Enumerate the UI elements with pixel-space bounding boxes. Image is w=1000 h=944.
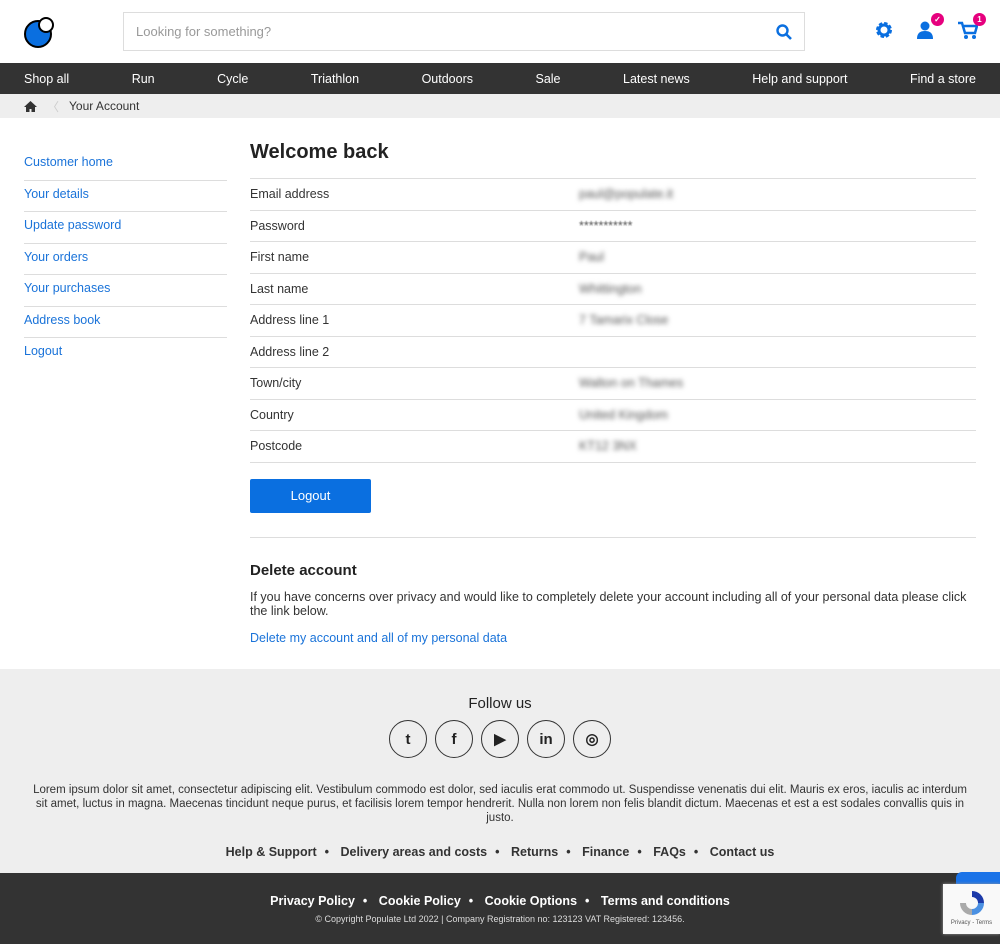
footer-link-help[interactable]: Help & Support [226, 845, 317, 859]
home-icon[interactable] [24, 100, 37, 112]
nav-sale[interactable]: Sale [535, 72, 560, 86]
footer-link-contact[interactable]: Contact us [710, 845, 775, 859]
footer: Follow us t f ▶ in ◎ Lorem ipsum dolor s… [0, 669, 1000, 873]
row-label: Address line 1 [250, 304, 579, 337]
row-label: Postcode [250, 430, 579, 463]
row-value: *********** [579, 218, 633, 233]
row-label: Password [250, 210, 579, 242]
table-row: Address line 2 [250, 336, 976, 368]
account-details-table: Email address paul@populate.it Password **… [250, 178, 976, 463]
nav-find-store[interactable]: Find a store [910, 72, 976, 86]
delete-account-heading: Delete account [250, 561, 357, 579]
table-row: Last name Whittington [250, 273, 976, 305]
nav-cycle[interactable]: Cycle [217, 72, 248, 86]
row-label: Town/city [250, 367, 579, 400]
follow-us-heading: Follow us [468, 695, 532, 712]
row-value: 7 Tamarix Close [579, 313, 669, 328]
logout-button[interactable]: Logout [250, 478, 371, 513]
cart-count-badge: 1 [973, 13, 986, 26]
delete-account-text: If you have concerns over privacy and wo… [250, 589, 967, 618]
row-label: First name [250, 241, 579, 274]
logo[interactable] [24, 16, 56, 48]
recaptcha-links[interactable]: Privacy - Terms [943, 920, 1000, 926]
breadcrumb: 〈 Your Account [0, 94, 1000, 118]
account-sidebar: Customer home Your details Update passwo… [24, 149, 227, 645]
footer-link-returns[interactable]: Returns [511, 845, 558, 859]
nav-triathlon[interactable]: Triathlon [311, 72, 359, 86]
recaptcha-badge[interactable]: Privacy - Terms [943, 884, 1000, 934]
row-value: KT12 3NX [579, 439, 637, 454]
table-row: Address line 17 Tamarix Close [250, 304, 976, 337]
sidebar-item-your-details[interactable]: Your details [24, 181, 227, 212]
table-row: First name Paul [250, 241, 976, 274]
cookie-options-link[interactable]: Cookie Options [485, 894, 577, 908]
table-row: Country United Kingdom [250, 399, 976, 431]
nav-help[interactable]: Help and support [752, 72, 847, 86]
row-label: Address line 2 [250, 336, 579, 368]
table-row: Town/city Walton on Thames [250, 367, 976, 400]
sidebar-item-customer-home[interactable]: Customer home [24, 149, 227, 181]
cart-icon[interactable]: 1 [958, 13, 986, 40]
gear-icon[interactable] [874, 20, 894, 40]
instagram-icon[interactable]: ◎ [573, 720, 611, 758]
facebook-icon[interactable]: f [435, 720, 473, 758]
footer-link-delivery[interactable]: Delivery areas and costs [340, 845, 487, 859]
row-value: United Kingdom [579, 407, 668, 422]
breadcrumb-current: Your Account [69, 99, 140, 113]
table-row: Email address paul@populate.it [250, 178, 976, 211]
privacy-policy-link[interactable]: Privacy Policy [270, 894, 355, 908]
copyright: © Copyright Populate Ltd 2022 | Company … [315, 914, 685, 924]
header: ✓ 1 [0, 0, 1000, 63]
sidebar-item-address-book[interactable]: Address book [24, 307, 227, 338]
main-nav: Shop all Run Cycle Triathlon Outdoors Sa… [0, 63, 1000, 94]
recaptcha-icon [959, 891, 984, 915]
linkedin-icon[interactable]: in [527, 720, 565, 758]
delete-account-link[interactable]: Delete my account and all of my personal… [250, 631, 507, 645]
row-value: paul@populate.it [579, 187, 674, 202]
divider [250, 536, 976, 538]
sidebar-item-your-orders[interactable]: Your orders [24, 244, 227, 275]
row-value: Whittington [579, 281, 642, 296]
page-title: Welcome back [250, 141, 389, 163]
nav-latest-news[interactable]: Latest news [623, 72, 690, 86]
nav-run[interactable]: Run [132, 72, 155, 86]
sidebar-item-update-password[interactable]: Update password [24, 212, 227, 244]
table-row: Postcode KT12 3NX [250, 430, 976, 463]
youtube-icon[interactable]: ▶ [481, 720, 519, 758]
search-input[interactable] [136, 24, 736, 39]
footer-text: Lorem ipsum dolor sit amet, consectetur … [33, 784, 967, 824]
row-label: Email address [250, 178, 579, 211]
nav-outdoors[interactable]: Outdoors [422, 72, 473, 86]
footer-link-finance[interactable]: Finance [582, 845, 629, 859]
twitter-icon[interactable]: t [389, 720, 427, 758]
legal-footer: Privacy Policy • Cookie Policy • Cookie Op… [0, 873, 1000, 944]
sidebar-item-logout[interactable]: Logout [24, 338, 227, 370]
terms-link[interactable]: Terms and conditions [601, 894, 730, 908]
sidebar-item-your-purchases[interactable]: Your purchases [24, 275, 227, 307]
row-value: Paul [579, 250, 605, 265]
logged-in-check-icon: ✓ [931, 13, 944, 26]
account-icon[interactable]: ✓ [916, 13, 944, 40]
table-row: Password *********** [250, 210, 976, 242]
row-value: Walton on Thames [579, 376, 684, 391]
search-bar [123, 12, 805, 51]
row-label: Country [250, 399, 579, 431]
search-icon[interactable] [776, 23, 792, 40]
nav-shop-all[interactable]: Shop all [24, 72, 69, 86]
cookie-policy-link[interactable]: Cookie Policy [379, 894, 461, 908]
row-label: Last name [250, 273, 579, 305]
footer-link-faqs[interactable]: FAQs [653, 845, 686, 859]
